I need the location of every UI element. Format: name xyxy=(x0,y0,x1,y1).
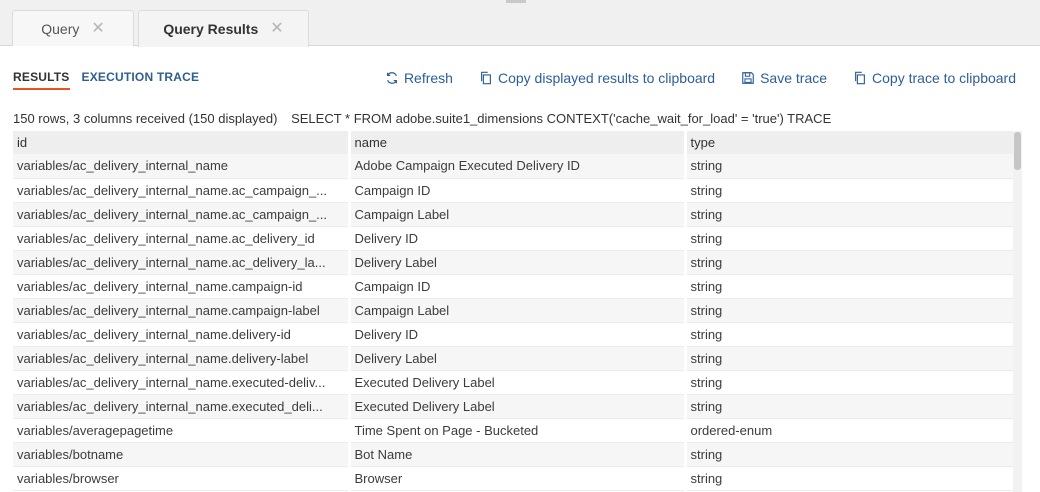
drag-handle[interactable] xyxy=(506,0,526,3)
refresh-button[interactable]: Refresh xyxy=(385,70,453,86)
table-row[interactable]: variables/ac_delivery_internal_name.ac_d… xyxy=(13,250,1022,275)
type-cell: ordered-enum xyxy=(685,418,1022,443)
type-cell: string xyxy=(685,466,1022,491)
tab-bar: Query ✕ Query Results ✕ xyxy=(0,0,1040,47)
name-cell: Campaign ID xyxy=(349,274,687,299)
results-toolbar: Refresh Copy displayed results to clipbo… xyxy=(385,70,1016,86)
copy-results-label: Copy displayed results to clipboard xyxy=(497,70,716,86)
results-status: 150 rows, 3 columns received (150 displa… xyxy=(13,111,831,126)
id-cell: variables/ac_delivery_internal_name.camp… xyxy=(13,274,351,299)
copy-trace-label: Copy trace to clipboard xyxy=(872,70,1016,86)
id-cell: variables/averagepagetime xyxy=(13,418,351,443)
copy-trace-button[interactable]: Copy trace to clipboard xyxy=(853,70,1016,86)
copy-icon xyxy=(855,71,865,85)
row-count-summary: 150 rows, 3 columns received (150 displa… xyxy=(13,111,278,126)
column-header-type[interactable]: type xyxy=(685,131,1022,154)
close-icon[interactable]: ✕ xyxy=(270,21,283,37)
column-header-name[interactable]: name xyxy=(349,131,687,154)
close-icon[interactable]: ✕ xyxy=(91,20,104,37)
table-row[interactable]: variables/ac_delivery_internal_name Adobe… xyxy=(13,154,1022,179)
id-cell: variables/ac_delivery_internal_name.ac_d… xyxy=(13,250,351,275)
id-cell: variables/ac_delivery_internal_name.deli… xyxy=(13,346,351,371)
name-cell: Delivery Label xyxy=(349,250,687,275)
table-row[interactable]: variables/averagepagetime Time Spent on P… xyxy=(13,418,1022,443)
subtab-results[interactable]: RESULTS xyxy=(13,70,70,90)
name-cell: Adobe Campaign Executed Delivery ID xyxy=(349,154,687,179)
name-cell: Delivery ID xyxy=(349,322,687,347)
name-cell: Time Spent on Page - Bucketed xyxy=(349,418,687,443)
tab-query-label: Query xyxy=(41,20,80,37)
id-cell: variables/browser xyxy=(13,466,351,491)
id-cell: variables/ac_delivery_internal_name.ac_c… xyxy=(13,178,351,203)
table-row[interactable]: variables/ac_delivery_internal_name.exec… xyxy=(13,394,1022,419)
type-cell: string xyxy=(685,298,1022,323)
name-cell: Browser xyxy=(349,466,687,491)
id-cell: variables/ac_delivery_internal_name.deli… xyxy=(13,322,351,347)
tab-query[interactable]: Query ✕ xyxy=(12,10,134,46)
type-cell: string xyxy=(685,250,1022,275)
table-row[interactable]: variables/ac_delivery_internal_name.camp… xyxy=(13,274,1022,299)
save-trace-button[interactable]: Save trace xyxy=(741,70,827,86)
name-cell: Bot Name xyxy=(349,442,687,467)
table-row[interactable]: variables/browser Browser string xyxy=(13,466,1022,491)
id-cell: variables/ac_delivery_internal_name.ac_c… xyxy=(13,202,351,227)
type-cell: string xyxy=(685,178,1022,203)
result-subtabs: RESULTS EXECUTION TRACE xyxy=(13,70,199,90)
type-cell: string xyxy=(685,322,1022,347)
results-grid: id name type variables/ac_delivery_inter… xyxy=(13,131,1022,492)
copy-results-button[interactable]: Copy displayed results to clipboard xyxy=(479,70,715,86)
id-cell: variables/botname xyxy=(13,442,351,467)
type-cell: string xyxy=(685,442,1022,467)
name-cell: Delivery Label xyxy=(349,346,687,371)
results-table: id name type variables/ac_delivery_inter… xyxy=(13,131,1022,491)
subtab-execution-trace[interactable]: EXECUTION TRACE xyxy=(82,70,200,90)
refresh-icon xyxy=(386,72,397,84)
tab-query-results-label: Query Results xyxy=(163,21,259,37)
save-icon xyxy=(742,72,754,84)
id-cell: variables/ac_delivery_internal_name.exec… xyxy=(13,370,351,395)
type-cell: string xyxy=(685,154,1022,179)
copy-icon xyxy=(481,71,491,85)
column-header-id[interactable]: id xyxy=(13,131,351,154)
type-cell: string xyxy=(685,346,1022,371)
type-cell: string xyxy=(685,226,1022,251)
save-trace-label: Save trace xyxy=(760,70,828,86)
type-cell: string xyxy=(685,394,1022,419)
table-row[interactable]: variables/botname Bot Name string xyxy=(13,442,1022,467)
vertical-scrollbar[interactable] xyxy=(1013,131,1022,492)
scrollbar-thumb[interactable] xyxy=(1014,132,1021,170)
name-cell: Executed Delivery Label xyxy=(349,394,687,419)
type-cell: string xyxy=(685,274,1022,299)
name-cell: Delivery ID xyxy=(349,226,687,251)
table-row[interactable]: variables/ac_delivery_internal_name.exec… xyxy=(13,370,1022,395)
id-cell: variables/ac_delivery_internal_name.exec… xyxy=(13,394,351,419)
table-row[interactable]: variables/ac_delivery_internal_name.ac_c… xyxy=(13,202,1022,227)
table-row[interactable]: variables/ac_delivery_internal_name.camp… xyxy=(13,298,1022,323)
executed-query: SELECT * FROM adobe.suite1_dimensions CO… xyxy=(291,111,832,126)
name-cell: Campaign Label xyxy=(349,202,687,227)
id-cell: variables/ac_delivery_internal_name.ac_d… xyxy=(13,226,351,251)
tab-query-results[interactable]: Query Results ✕ xyxy=(138,10,309,47)
table-row[interactable]: variables/ac_delivery_internal_name.ac_d… xyxy=(13,226,1022,251)
header-row: id name type xyxy=(13,131,1022,154)
id-cell: variables/ac_delivery_internal_name.camp… xyxy=(13,298,351,323)
id-cell: variables/ac_delivery_internal_name xyxy=(13,154,351,179)
table-row[interactable]: variables/ac_delivery_internal_name.deli… xyxy=(13,322,1022,347)
refresh-label: Refresh xyxy=(403,70,453,86)
type-cell: string xyxy=(685,370,1022,395)
name-cell: Executed Delivery Label xyxy=(349,370,687,395)
table-row[interactable]: variables/ac_delivery_internal_name.ac_c… xyxy=(13,178,1022,203)
table-row[interactable]: variables/ac_delivery_internal_name.deli… xyxy=(13,346,1022,371)
type-cell: string xyxy=(685,202,1022,227)
name-cell: Campaign ID xyxy=(349,178,687,203)
name-cell: Campaign Label xyxy=(349,298,687,323)
